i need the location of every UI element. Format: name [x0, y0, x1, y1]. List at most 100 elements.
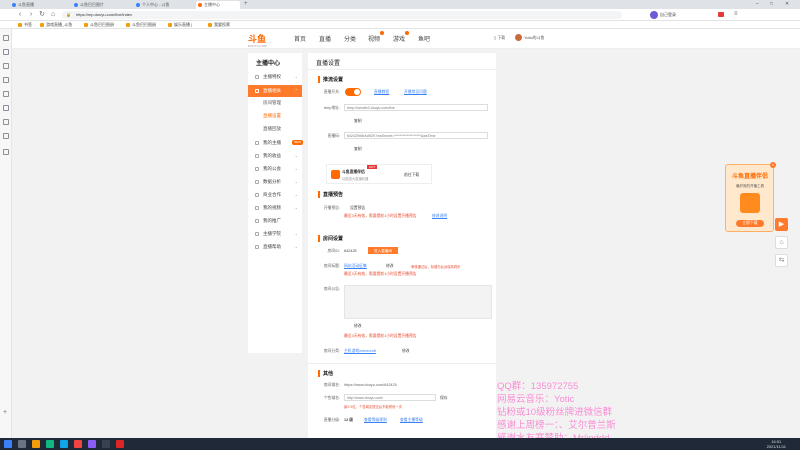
- nav-yuba[interactable]: 鱼吧: [418, 34, 430, 43]
- minimize-button[interactable]: –: [756, 1, 759, 7]
- browser-tab[interactable]: 斗鱼直播: [10, 1, 70, 9]
- bookmark-item[interactable]: 我要投票: [208, 22, 230, 28]
- edit-title-button[interactable]: 修改: [386, 264, 394, 269]
- home-icon[interactable]: ⌂: [49, 11, 57, 19]
- download-link[interactable]: ▯ 下载: [494, 35, 505, 41]
- sidebar-item-academy[interactable]: 主播学院 ⌄: [248, 229, 302, 239]
- app-promo-widget[interactable]: × 斗鱼直播伴侣 最好用的开播工具 立即下载: [725, 162, 776, 232]
- sidebar-item-guild[interactable]: 我的公会 ⌄: [248, 164, 302, 174]
- play-icon[interactable]: ▶: [775, 218, 788, 231]
- copy-code-button[interactable]: 复制: [354, 147, 362, 152]
- tab-favicon-icon: [198, 3, 202, 7]
- sidebar-item-video[interactable]: 我的视频 ⌄: [248, 203, 302, 213]
- browser-tab[interactable]: 个人中心 - 斗鱼: [134, 1, 194, 9]
- star-icon[interactable]: [3, 35, 9, 41]
- start-icon[interactable]: [4, 440, 12, 448]
- app-icon[interactable]: [88, 440, 96, 448]
- edit-notice-button[interactable]: 修改: [354, 324, 362, 329]
- app-icon[interactable]: [116, 440, 124, 448]
- live-toggle-label: 直播开关:: [323, 90, 340, 94]
- sidebar-item-anchor[interactable]: 我的主播 NEW: [248, 138, 303, 148]
- divider: [308, 69, 496, 70]
- custom-domain-input[interactable]: http://www.douyu.com/: [344, 394, 436, 401]
- avatar[interactable]: [515, 34, 522, 41]
- nav-game[interactable]: 游戏: [393, 31, 410, 43]
- sidebar-sub-replay[interactable]: 直播回放: [248, 124, 302, 134]
- bookmark-item[interactable]: 游戏直播_斗鱼: [40, 22, 72, 28]
- browser-tab[interactable]: 斗鱼巴巴图片: [72, 1, 132, 9]
- promo-download-button[interactable]: 立即下载: [736, 220, 764, 227]
- bookmark-item[interactable]: 书签: [18, 22, 32, 28]
- search-icon[interactable]: [3, 63, 9, 69]
- history-icon[interactable]: [3, 49, 9, 55]
- sidebar-item-privileges[interactable]: 主播特权 ⌄: [248, 72, 302, 82]
- room-category-value[interactable]: 主机游戏/minecraft: [344, 349, 376, 354]
- close-window-button[interactable]: ✕: [785, 1, 789, 7]
- url-input[interactable]: 🔒 https://mp.douyu.com/live/index: [62, 11, 622, 19]
- forward-button[interactable]: ›: [27, 11, 35, 19]
- sidebar-sub-settings[interactable]: 直播设置: [248, 111, 302, 121]
- profile-avatar[interactable]: [650, 11, 658, 19]
- sidebar-item-income[interactable]: 我的收益 ⌄: [248, 151, 302, 161]
- room-title-value[interactable]: 网站活动征集: [344, 264, 367, 269]
- new-tab-button[interactable]: +: [244, 1, 248, 7]
- notice-help-link[interactable]: 修改说明: [432, 214, 447, 219]
- search-taskbar-icon[interactable]: [18, 440, 26, 448]
- copy-rtmp-button[interactable]: 复制: [354, 119, 362, 124]
- set-notice-button[interactable]: 设置预告: [350, 206, 365, 211]
- user-name[interactable]: Yotic的斗鱼: [524, 35, 545, 41]
- chat-icon[interactable]: [3, 105, 9, 111]
- sidebar-item-analytics[interactable]: 数据分析 ⌄: [248, 177, 302, 187]
- windows-taskbar: 16:51 2021/11/11: [0, 438, 800, 450]
- faq-link[interactable]: 开播常见问题: [404, 90, 427, 95]
- domain-value: https://www.douyu.com/642425: [344, 383, 397, 387]
- menu-icon[interactable]: ≡: [734, 11, 738, 17]
- save-domain-button[interactable]: 保存: [440, 396, 448, 401]
- add-panel-button[interactable]: +: [3, 409, 7, 416]
- browser-tab-active[interactable]: 主播中心: [196, 1, 240, 9]
- level-rules-link[interactable]: 查看等级规则: [364, 418, 387, 423]
- live-toggle[interactable]: [345, 88, 361, 96]
- nav-live[interactable]: 直播: [319, 34, 331, 43]
- close-icon[interactable]: ×: [770, 162, 776, 168]
- collection-icon[interactable]: [3, 149, 9, 155]
- maximize-button[interactable]: □: [770, 1, 773, 7]
- sidebar-sub-room[interactable]: 房间管理: [248, 98, 302, 108]
- edit-category-button[interactable]: 修改: [402, 349, 410, 354]
- bookmark-item[interactable]: 娱乐直播 |: [168, 22, 192, 28]
- rtmp-field[interactable]: rtmp://sendtc3.douyu.com/live: [344, 104, 488, 111]
- wechat-icon[interactable]: [46, 440, 54, 448]
- sidebar-item-live[interactable]: 直播相关 ⌃: [248, 85, 302, 97]
- nav-home[interactable]: 首页: [294, 34, 306, 43]
- site-logo[interactable]: 斗鱼 DOUYU.COM: [248, 32, 267, 48]
- sidebar-item-help[interactable]: 直播帮助 ⌄: [248, 242, 302, 252]
- settings-icon[interactable]: [3, 133, 9, 139]
- download-icon[interactable]: [3, 77, 9, 83]
- nav-category[interactable]: 分类: [344, 34, 356, 43]
- bookmark-item[interactable]: 斗鱼巴巴图册: [126, 22, 156, 28]
- folder-icon[interactable]: [32, 440, 40, 448]
- room-notice-textarea[interactable]: [344, 285, 492, 319]
- note-icon[interactable]: [3, 119, 9, 125]
- sidebar-item-business[interactable]: 商业合作 ⌄: [248, 190, 302, 200]
- enter-room-button[interactable]: 进入直播间: [368, 247, 398, 254]
- nav-video[interactable]: 视频: [368, 31, 385, 43]
- browser-icon[interactable]: [60, 440, 68, 448]
- app-icon[interactable]: [102, 440, 110, 448]
- tool-download-button[interactable]: 前往下载: [404, 173, 419, 178]
- tool-desc: 功能强大直播利器: [342, 177, 369, 181]
- sidebar-item-promotion[interactable]: 我的推广: [248, 216, 302, 226]
- taskbar-clock[interactable]: 16:51 2021/11/11: [767, 439, 786, 449]
- home-float-icon[interactable]: ⌂: [775, 236, 788, 249]
- stream-code-field[interactable]: 642425rI8rAd9ZK?wsSecret=***************…: [344, 132, 488, 139]
- bookmark-item[interactable]: 斗鱼巴巴图册: [84, 22, 114, 28]
- tutorial-link[interactable]: 直播教程: [374, 90, 389, 95]
- main-content: 直播设置 推流设置 直播开关: 直播教程 开播常见问题 rtmp地址: rtmp…: [308, 53, 496, 438]
- back-button[interactable]: ‹: [16, 11, 24, 19]
- anchor-level-link[interactable]: 查看主播等级: [400, 418, 423, 423]
- share-icon[interactable]: ⇆: [775, 254, 788, 267]
- reload-button[interactable]: ↻: [38, 11, 46, 19]
- mail-icon[interactable]: [3, 91, 9, 97]
- app-icon[interactable]: [74, 440, 82, 448]
- extension-icon[interactable]: [718, 12, 724, 17]
